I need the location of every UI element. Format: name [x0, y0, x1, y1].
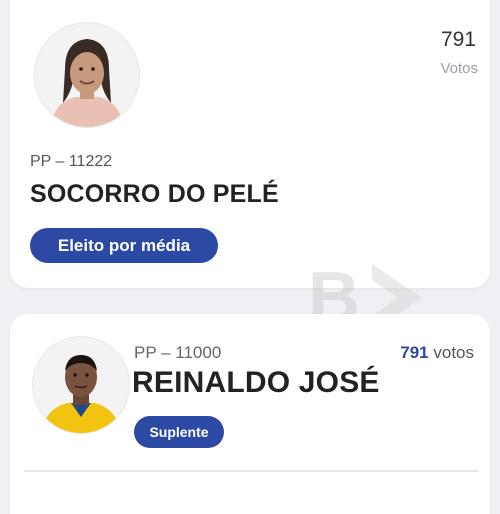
status-badge: Eleito por média: [30, 228, 218, 263]
divider: [24, 470, 478, 472]
candidate-avatar: [32, 336, 130, 434]
status-badge: Suplente: [134, 416, 224, 448]
party-number: PP – 11222: [30, 153, 113, 170]
vote-count-label: Votos: [440, 60, 478, 77]
candidate-photo-icon: [35, 23, 139, 127]
candidate-name: SOCORRO DO PELÉ: [30, 180, 279, 208]
vote-count-label: votos: [433, 343, 474, 362]
candidate-photo-icon: [33, 337, 129, 433]
candidate-card[interactable]: PP – 11000 791 votos REINALDO JOSÉ Suple…: [10, 314, 490, 514]
vote-count-group: 791 votos: [400, 343, 474, 363]
candidate-card[interactable]: 791 Votos PP – 11222 SOCORRO DO PELÉ Ele…: [10, 0, 490, 288]
candidate-avatar: [34, 22, 140, 128]
party-number: PP – 11000: [134, 343, 222, 362]
candidate-name: REINALDO JOSÉ: [132, 366, 380, 399]
vote-count: 791: [400, 343, 429, 362]
vote-count: 791: [440, 28, 476, 51]
